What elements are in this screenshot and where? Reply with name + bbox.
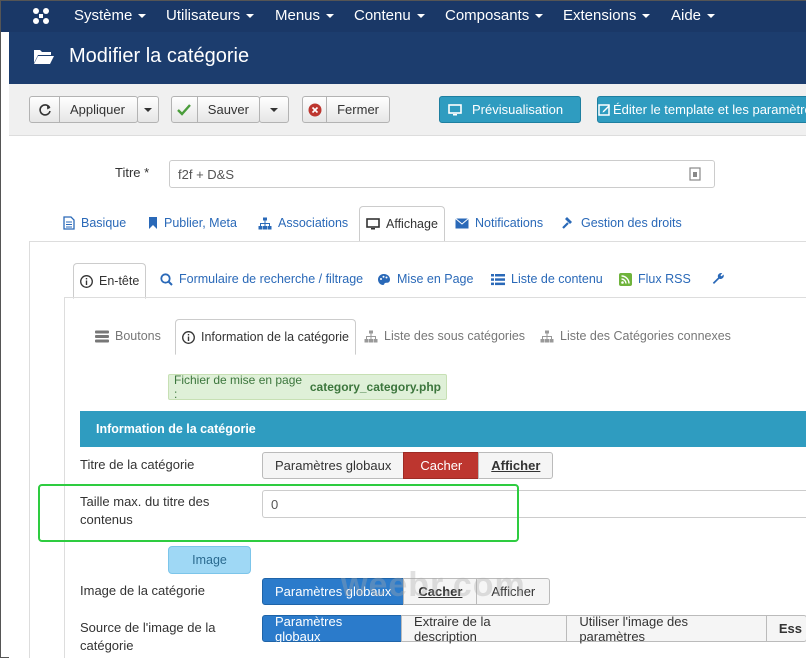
page-header: Modifier la catégorie [9,32,806,84]
tab-content-list[interactable]: Liste de contenu [485,262,609,296]
list-icon [491,273,505,285]
option-global[interactable]: Paramètres globaux [262,452,405,479]
wrench-icon [712,273,724,284]
rss-icon [619,272,632,286]
caret-down-icon [144,107,152,112]
tab-associations[interactable]: Associations [252,206,354,240]
caret-down-icon [416,13,425,18]
menu-users[interactable]: Utilisateurs [166,7,255,24]
caret-down-icon [270,107,278,112]
checkmark-icon [172,97,198,122]
tab-header[interactable]: En-tête [73,263,147,299]
watermark: weebr.com [341,566,526,604]
section-header: Information de la catégorie [80,411,806,447]
monitor-icon [440,97,470,122]
caret-down-icon [535,13,544,18]
field-lock-icon[interactable] [689,167,701,181]
caret-down-icon [246,13,255,18]
image-source-toggle: Paramètres globaux Extraire de la descri… [262,614,806,644]
menu-system[interactable]: Système [74,7,147,24]
tab-rss[interactable]: Flux RSS [613,262,697,296]
page-title: Modifier la catégorie [69,45,250,67]
tab-notifications[interactable]: Notifications [449,206,549,240]
tab-permissions[interactable]: Gestion des droits [555,206,688,240]
palette-icon [378,273,390,285]
category-image-label: Image de la catégorie [80,583,206,598]
option-more[interactable]: Ess [765,615,806,642]
info-circle-icon [80,274,93,288]
sitemap-icon [364,330,378,342]
envelope-icon [455,217,469,228]
layout-file-notice: Fichier de mise en page : category_catego… [168,373,447,401]
caret-down-icon [326,13,335,18]
close-button[interactable]: Fermer [302,96,390,123]
content-area: Titre * f2f + D&S Basique Publier, Meta … [9,136,806,658]
tab-tools[interactable] [705,262,737,296]
option-global[interactable]: Paramètres globaux [262,614,403,644]
bookmark-icon [149,217,157,229]
close-circle-icon [303,97,328,122]
joomla-logo-icon[interactable] [31,6,51,26]
tab-category-info[interactable]: Information de la catégorie [175,319,357,355]
tab-related-categories[interactable]: Liste des Catégories connexes [534,319,737,353]
folder-open-icon [34,50,54,64]
option-hide[interactable]: Cacher [403,452,480,479]
menu-extensions[interactable]: Extensions [563,7,651,24]
tab-publish-meta[interactable]: Publier, Meta [142,206,243,240]
top-navbar: Système Utilisateurs Menus Contenu Compo… [1,1,806,32]
gavel-icon [562,217,572,229]
title-input[interactable]: f2f + D&S [169,160,715,188]
menu-help[interactable]: Aide [671,7,716,24]
tab-display[interactable]: Affichage [359,206,445,242]
category-title-label: Titre de la catégorie [80,457,195,472]
caret-down-icon [642,13,651,18]
option-show[interactable]: Afficher [478,452,554,479]
bars-icon [95,330,109,342]
sitemap-icon [540,330,554,342]
document-icon [63,216,75,230]
highlight-box [38,484,519,542]
menu-content[interactable]: Contenu [354,7,425,24]
save-dropdown-button[interactable] [259,96,289,123]
sitemap-icon [258,217,272,229]
refresh-icon [30,97,60,122]
image-source-label: Source de l'image de la catégorie [80,620,216,653]
search-icon [160,272,173,286]
title-label: Titre * [115,165,150,180]
tab-basic[interactable]: Basique [57,206,132,240]
tab-layout[interactable]: Mise en Page [371,262,479,296]
menu-components[interactable]: Composants [445,7,544,24]
menu-menus[interactable]: Menus [275,7,335,24]
info-circle-icon [182,330,195,344]
toolbar: Appliquer Sauver Fermer Prévisualisation… [9,84,806,136]
tab-search-filter[interactable]: Formulaire de recherche / filtrage [154,262,369,296]
tab-subcategories-list[interactable]: Liste des sous catégories [358,319,531,353]
edit-template-button[interactable]: Éditer le template et les paramètres [597,96,806,123]
edit-icon [598,97,611,122]
preview-button[interactable]: Prévisualisation [439,96,581,123]
option-extract-description[interactable]: Extraire de la description [401,614,568,644]
category-title-toggle: Paramètres globaux Cacher Afficher [262,452,554,479]
tab-buttons[interactable]: Boutons [89,319,167,353]
apply-dropdown-button[interactable] [137,96,159,123]
option-use-param-image[interactable]: Utiliser l'image des paramètres [566,614,767,644]
save-button[interactable]: Sauver [171,96,260,123]
monitor-icon [366,218,380,230]
caret-down-icon [707,13,716,18]
apply-button[interactable]: Appliquer [29,96,138,123]
image-button[interactable]: Image [168,546,251,574]
caret-down-icon [138,13,147,18]
